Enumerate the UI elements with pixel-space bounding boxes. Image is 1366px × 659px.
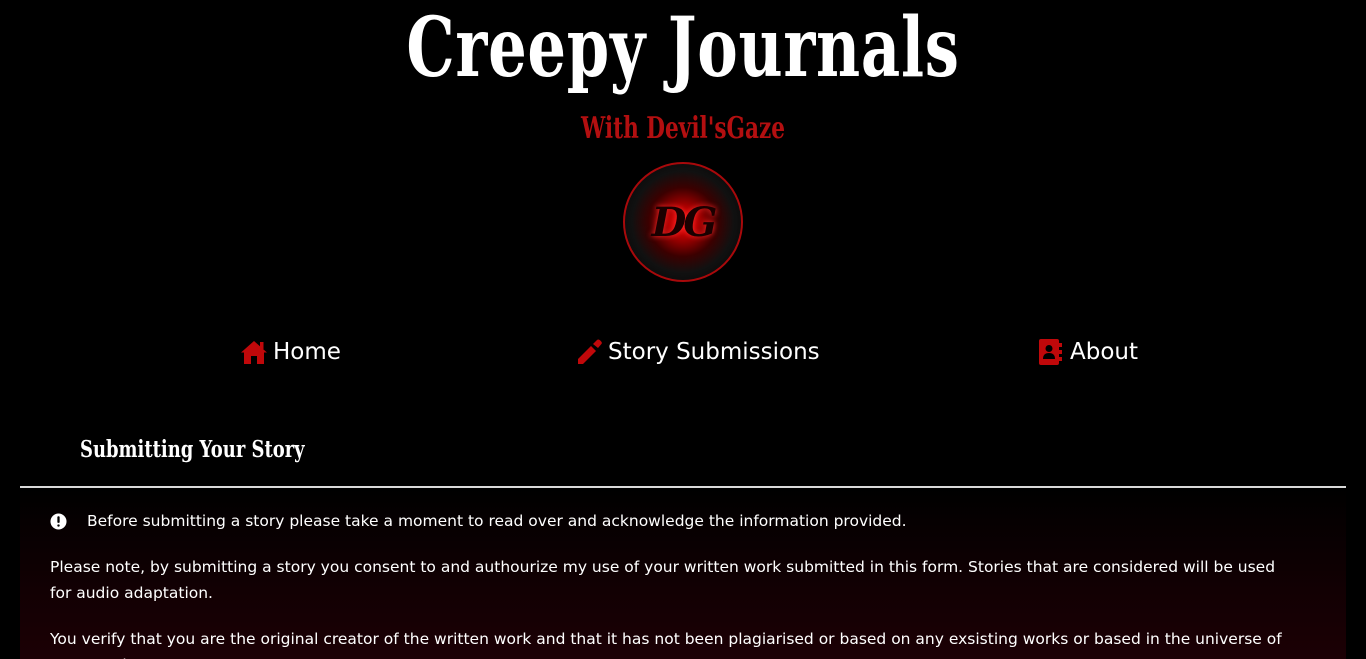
home-icon [241,341,267,364]
nav-item-about[interactable]: About [1037,334,1138,370]
contact-card-icon [1039,339,1062,365]
site-title: Creepy Journals [406,0,960,96]
nav-item-label: Home [273,339,341,365]
notice-text: Before submitting a story please take a … [87,512,907,530]
nav-item-home[interactable]: Home [240,334,341,370]
exclamation-circle-icon [50,512,67,530]
logo[interactable]: DG [623,162,743,282]
site-subtitle: With Devil'sGaze [581,111,785,146]
nav-item-label: Story Submissions [608,339,820,365]
pencil-icon [578,339,602,364]
page: Creepy Journals With Devil'sGaze DG Home… [0,0,1366,659]
notice: Before submitting a story please take a … [50,510,907,532]
originality-paragraph: You verify that you are the original cre… [50,630,1282,659]
section-title: Submitting Your Story [80,436,305,463]
consent-paragraph: Please note, by submitting a story you c… [50,558,1276,602]
logo-text: DG [651,198,718,246]
nav-item-label: About [1070,339,1139,365]
nav-item-story-submissions[interactable]: Story Submissions [575,334,820,370]
